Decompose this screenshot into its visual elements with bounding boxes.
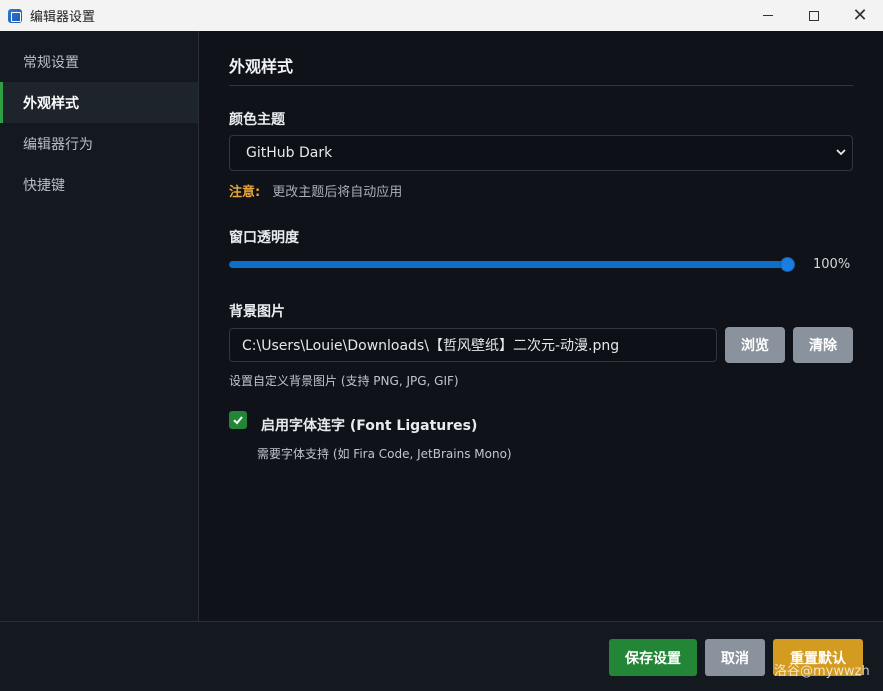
section-divider bbox=[229, 85, 853, 86]
minimize-icon bbox=[763, 15, 773, 16]
close-icon: ✕ bbox=[852, 4, 868, 26]
sidebar-item-general[interactable]: 常规设置 bbox=[0, 41, 198, 82]
opacity-slider-thumb[interactable] bbox=[780, 257, 795, 272]
sidebar-item-appearance[interactable]: 外观样式 bbox=[0, 82, 198, 123]
check-icon bbox=[233, 416, 243, 425]
window-title: 编辑器设置 bbox=[30, 10, 96, 25]
ligatures-label[interactable]: 启用字体连字 (Font Ligatures) bbox=[261, 415, 477, 435]
color-theme-label: 颜色主题 bbox=[229, 112, 285, 128]
watermark: 洛谷@mywwzh bbox=[774, 664, 870, 679]
opacity-slider-track[interactable] bbox=[229, 261, 787, 268]
theme-note: 注意: 更改主题后将自动应用 bbox=[229, 181, 402, 200]
ligatures-checkbox[interactable] bbox=[229, 411, 247, 429]
chevron-down-icon bbox=[836, 149, 846, 156]
window-controls: ✕ bbox=[745, 0, 883, 31]
ligatures-hint: 需要字体支持 (如 Fira Code, JetBrains Mono) bbox=[257, 447, 512, 461]
color-theme-selected: GitHub Dark bbox=[246, 145, 333, 161]
app-icon bbox=[8, 8, 22, 23]
sidebar-item-label: 编辑器行为 bbox=[23, 136, 93, 153]
note-label: 注意: bbox=[229, 185, 261, 200]
sidebar-item-label: 外观样式 bbox=[23, 95, 79, 112]
browse-button[interactable]: 浏览 bbox=[725, 327, 785, 363]
title-bar: 编辑器设置 ✕ bbox=[0, 0, 883, 31]
minimize-button[interactable] bbox=[745, 0, 791, 31]
maximize-button[interactable] bbox=[791, 0, 837, 31]
sidebar: 常规设置 外观样式 编辑器行为 快捷键 bbox=[0, 31, 199, 621]
save-button[interactable]: 保存设置 bbox=[609, 639, 697, 676]
opacity-label: 窗口透明度 bbox=[229, 230, 299, 246]
opacity-value: 100% bbox=[813, 257, 851, 272]
clear-button[interactable]: 清除 bbox=[793, 327, 853, 363]
sidebar-item-shortcuts[interactable]: 快捷键 bbox=[0, 164, 198, 205]
background-image-label: 背景图片 bbox=[229, 304, 285, 320]
footer-bar: 保存设置 取消 重置默认 bbox=[0, 621, 883, 691]
main-panel: 外观样式 颜色主题 GitHub Dark 注意: 更改主题后将自动应用 窗口透明… bbox=[199, 31, 883, 621]
background-image-hint: 设置自定义背景图片 (支持 PNG, JPG, GIF) bbox=[229, 374, 459, 388]
sidebar-item-label: 常规设置 bbox=[23, 54, 79, 71]
color-theme-select[interactable]: GitHub Dark bbox=[229, 135, 853, 171]
note-text: 更改主题后将自动应用 bbox=[272, 185, 403, 200]
background-image-path-input[interactable]: C:\Users\Louie\Downloads\【哲风壁纸】二次元-动漫.pn… bbox=[229, 328, 717, 362]
section-title: 外观样式 bbox=[229, 57, 294, 76]
sidebar-item-label: 快捷键 bbox=[23, 177, 65, 194]
close-button[interactable]: ✕ bbox=[837, 0, 883, 31]
cancel-button[interactable]: 取消 bbox=[705, 639, 765, 676]
sidebar-item-editor-behavior[interactable]: 编辑器行为 bbox=[0, 123, 198, 164]
maximize-icon bbox=[809, 10, 819, 21]
